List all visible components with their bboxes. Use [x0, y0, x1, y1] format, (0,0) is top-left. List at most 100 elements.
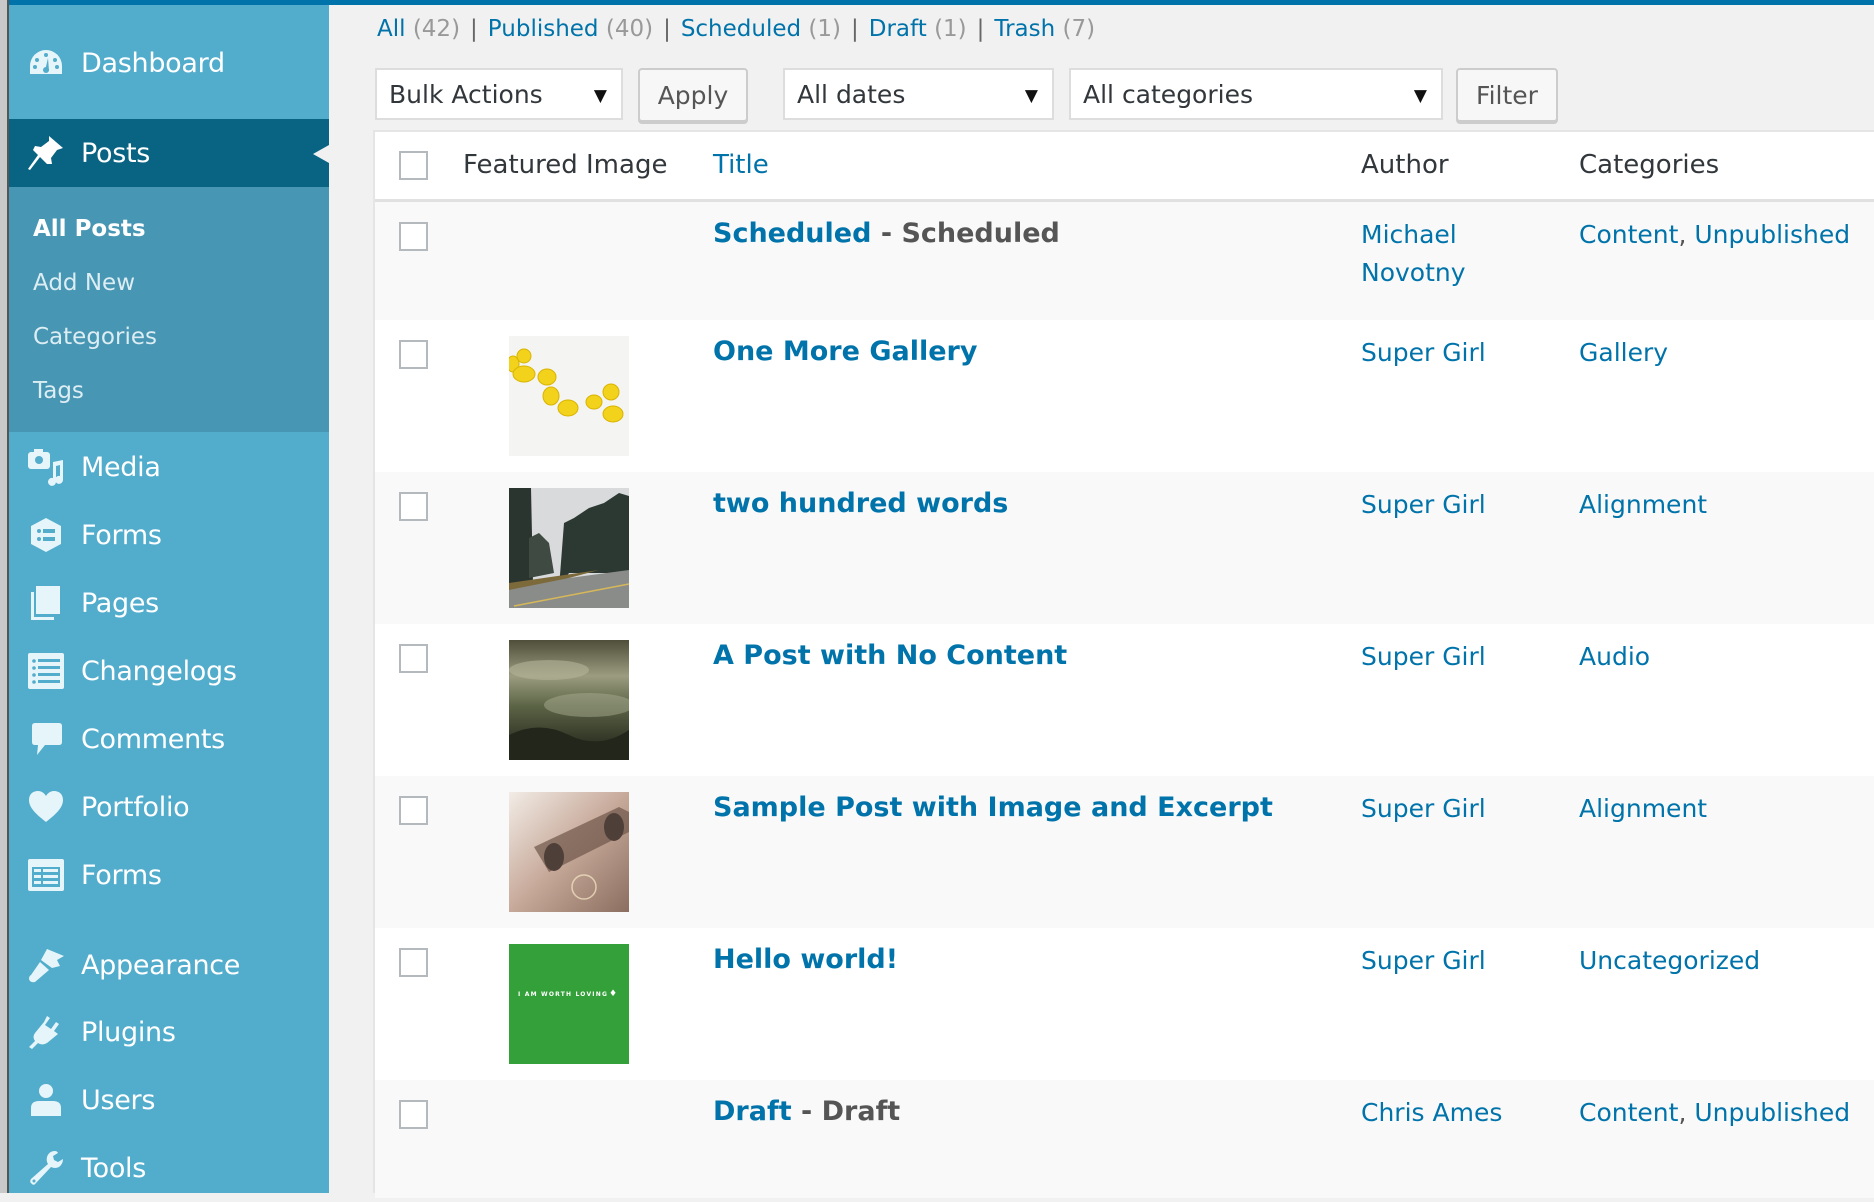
- post-categories: Gallery: [1579, 334, 1668, 372]
- category-link[interactable]: Unpublished: [1694, 220, 1850, 249]
- category-link[interactable]: Alignment: [1579, 490, 1707, 519]
- current-menu-arrow: [313, 145, 329, 163]
- post-author-link[interactable]: Super Girl: [1361, 334, 1531, 372]
- filter-scheduled[interactable]: Scheduled (1): [681, 16, 841, 42]
- featured-image-thumbnail[interactable]: [509, 640, 629, 760]
- submenu-add-new[interactable]: Add New: [33, 270, 135, 296]
- forms-hexagon-icon: [27, 516, 65, 554]
- featured-image-thumbnail[interactable]: [509, 792, 629, 912]
- forms-table-icon: [27, 856, 65, 894]
- post-author-link[interactable]: Super Girl: [1361, 942, 1531, 980]
- category-link[interactable]: Alignment: [1579, 794, 1707, 823]
- menu-item-appearance[interactable]: Appearance: [9, 931, 329, 999]
- post-title: two hundred words: [713, 488, 1008, 519]
- post-title-link[interactable]: One More Gallery: [713, 336, 977, 367]
- dates-value: All dates: [797, 79, 906, 109]
- filter-draft[interactable]: Draft (1): [869, 16, 967, 42]
- menu-label: Posts: [81, 137, 151, 169]
- post-title-link[interactable]: Sample Post with Image and Excerpt: [713, 792, 1273, 823]
- category-link[interactable]: Audio: [1579, 642, 1650, 671]
- filter-label: Published: [487, 16, 599, 42]
- post-title: One More Gallery: [713, 336, 977, 367]
- row-checkbox[interactable]: [399, 492, 428, 521]
- bulk-actions-select[interactable]: Bulk Actions ▼: [375, 68, 623, 120]
- wrench-icon: [27, 1149, 65, 1187]
- post-state: - Draft: [791, 1096, 901, 1127]
- row-checkbox[interactable]: [399, 340, 428, 369]
- post-title: Draft - Draft: [713, 1096, 900, 1127]
- dropdown-caret-icon: ▼: [593, 86, 607, 106]
- menu-item-posts[interactable]: Posts: [9, 119, 329, 187]
- diamond-icon: ♦: [609, 989, 618, 999]
- menu-label: Dashboard: [81, 47, 225, 79]
- category-link[interactable]: Gallery: [1579, 338, 1668, 367]
- post-author-link[interactable]: Super Girl: [1361, 638, 1531, 676]
- filter-published[interactable]: Published (40): [488, 16, 653, 42]
- featured-image-thumbnail[interactable]: [509, 336, 629, 456]
- table-header: Featured Image Title Author Categories: [375, 132, 1874, 202]
- post-author-link[interactable]: Super Girl: [1361, 486, 1531, 524]
- menu-item-portfolio[interactable]: Portfolio: [9, 773, 329, 841]
- menu-item-plugins[interactable]: Plugins: [9, 998, 329, 1066]
- post-title: Sample Post with Image and Excerpt: [713, 792, 1273, 823]
- filter-button[interactable]: Filter: [1456, 68, 1558, 122]
- row-checkbox[interactable]: [399, 1100, 428, 1129]
- submenu-all-posts[interactable]: All Posts: [33, 216, 146, 242]
- categories-select[interactable]: All categories ▼: [1069, 68, 1443, 120]
- category-link[interactable]: Unpublished: [1694, 1098, 1850, 1127]
- window-edge: [0, 0, 7, 1193]
- pages-icon: [27, 584, 65, 622]
- categories-value: All categories: [1083, 79, 1253, 109]
- menu-label: Forms: [81, 519, 162, 551]
- post-author-link[interactable]: Chris Ames: [1361, 1094, 1531, 1132]
- post-title-link[interactable]: Hello world!: [713, 944, 898, 975]
- menu-item-users[interactable]: Users: [9, 1066, 329, 1134]
- post-categories: Uncategorized: [1579, 942, 1760, 980]
- featured-image-thumbnail[interactable]: I AM WORTH LOVING ♦: [509, 944, 629, 1064]
- admin-sidebar: Dashboard Posts All Posts Add New Catego…: [9, 5, 329, 1193]
- submenu-categories[interactable]: Categories: [33, 324, 157, 350]
- post-title-link[interactable]: Scheduled: [713, 218, 871, 249]
- row-checkbox[interactable]: [399, 222, 428, 251]
- category-link[interactable]: Content: [1579, 220, 1678, 249]
- menu-item-tools[interactable]: Tools: [9, 1134, 329, 1202]
- filter-label: Draft: [868, 16, 927, 42]
- column-featured-image: Featured Image: [463, 150, 668, 180]
- filter-label: Scheduled: [680, 16, 802, 42]
- menu-item-pages[interactable]: Pages: [9, 569, 329, 637]
- menu-item-forms-2[interactable]: Forms: [9, 841, 329, 909]
- filter-trash[interactable]: Trash (7): [994, 16, 1095, 42]
- featured-image-thumbnail[interactable]: [509, 488, 629, 608]
- menu-item-media[interactable]: Media: [9, 433, 329, 501]
- post-title-link[interactable]: two hundred words: [713, 488, 1008, 519]
- select-all-checkbox[interactable]: [399, 151, 428, 180]
- menu-item-comments[interactable]: Comments: [9, 705, 329, 773]
- menu-item-forms[interactable]: Forms: [9, 501, 329, 569]
- post-categories: Content, Unpublished: [1579, 1094, 1850, 1132]
- menu-item-dashboard[interactable]: Dashboard: [9, 29, 329, 97]
- category-link[interactable]: Content: [1579, 1098, 1678, 1127]
- category-link[interactable]: Uncategorized: [1579, 946, 1760, 975]
- submenu-tags[interactable]: Tags: [33, 378, 84, 404]
- post-title-link[interactable]: Draft: [713, 1096, 792, 1127]
- row-checkbox[interactable]: [399, 796, 428, 825]
- table-row: Sample Post with Image and Excerpt Super…: [375, 776, 1874, 928]
- post-author-link[interactable]: Michael Novotny: [1361, 216, 1531, 292]
- row-checkbox[interactable]: [399, 644, 428, 673]
- menu-label: Plugins: [81, 1016, 176, 1048]
- dropdown-caret-icon: ▼: [1413, 86, 1427, 106]
- apply-button[interactable]: Apply: [638, 68, 748, 122]
- dates-select[interactable]: All dates ▼: [783, 68, 1054, 120]
- pushpin-icon: [27, 134, 65, 172]
- column-title-sort-link[interactable]: Title: [713, 150, 769, 180]
- menu-label: Forms: [81, 859, 162, 891]
- filter-all[interactable]: All (42): [377, 16, 460, 42]
- post-title-link[interactable]: A Post with No Content: [713, 640, 1067, 671]
- list-icon: [27, 652, 65, 690]
- row-checkbox[interactable]: [399, 948, 428, 977]
- post-author-link[interactable]: Super Girl: [1361, 790, 1531, 828]
- menu-label: Appearance: [81, 949, 241, 981]
- filter-count: (7): [1062, 16, 1096, 42]
- media-icon: [27, 448, 65, 486]
- menu-item-changelogs[interactable]: Changelogs: [9, 637, 329, 705]
